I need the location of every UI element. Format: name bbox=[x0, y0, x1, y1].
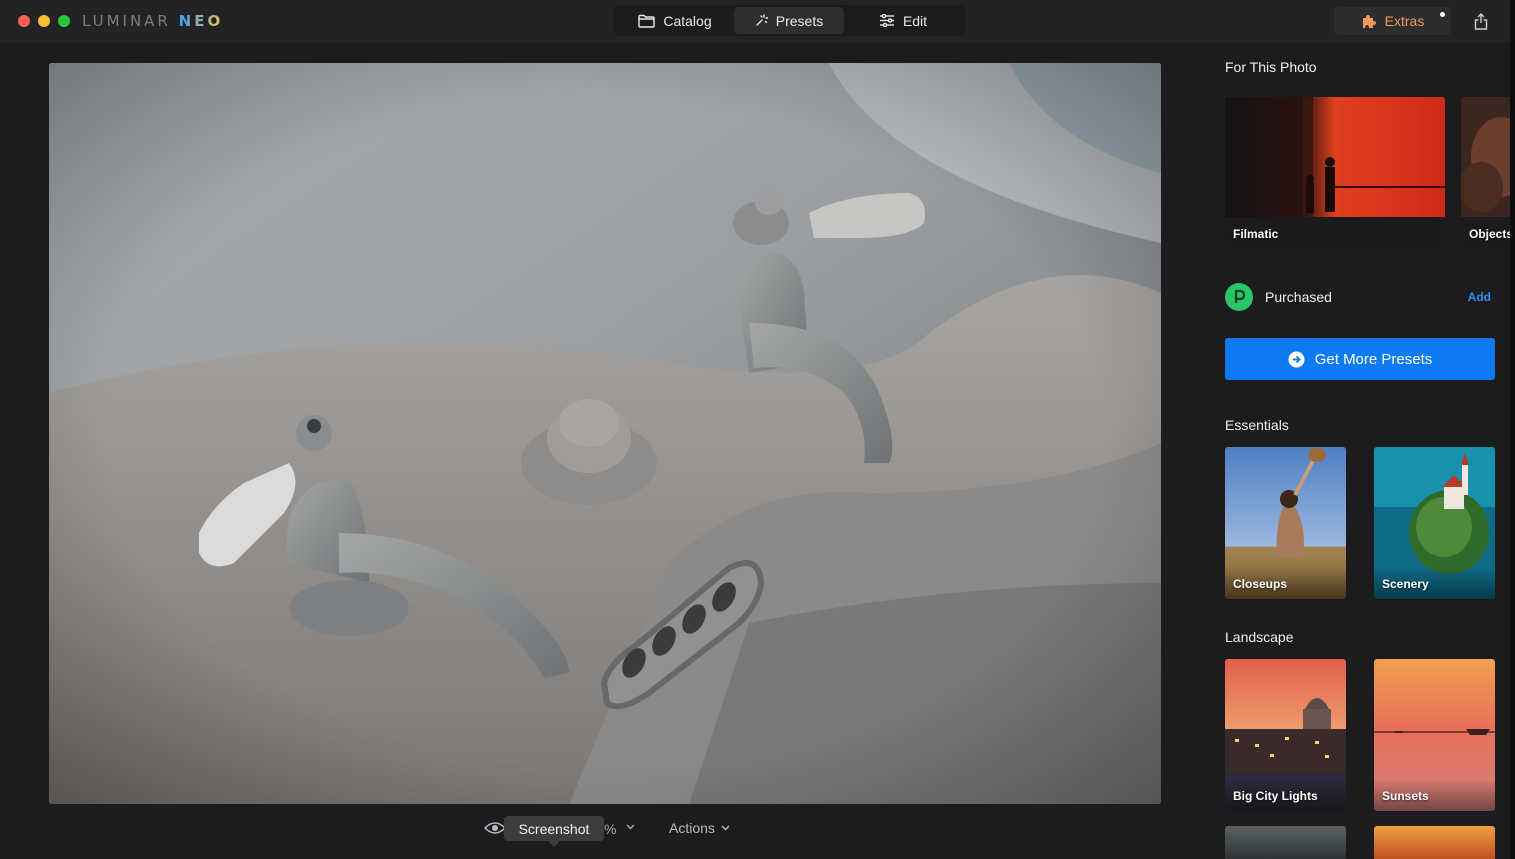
get-more-presets-button[interactable]: Get More Presets bbox=[1225, 338, 1495, 380]
tab-edit[interactable]: Edit bbox=[844, 7, 962, 34]
purchased-icon bbox=[1225, 283, 1253, 311]
preset-card-filmatic[interactable]: Filmatic bbox=[1225, 97, 1445, 249]
tab-catalog[interactable]: Catalog bbox=[616, 7, 734, 34]
extras-label: Extras bbox=[1384, 13, 1425, 29]
preset-card-label: Scenery bbox=[1382, 577, 1429, 591]
preset-card-label: Objects bbox=[1469, 227, 1510, 241]
preset-card-sunsets[interactable]: Sunsets bbox=[1374, 659, 1495, 811]
essentials-title: Essentials bbox=[1225, 417, 1289, 433]
folder-icon bbox=[638, 14, 656, 28]
share-icon bbox=[1474, 12, 1488, 30]
title-bar: LUMINAR NEO Catalog Presets Edit Extras bbox=[0, 0, 1515, 42]
sliders-icon bbox=[879, 14, 894, 27]
preset-card-label: Big City Lights bbox=[1233, 789, 1318, 803]
extras-button[interactable]: Extras bbox=[1334, 7, 1451, 35]
photo-canvas[interactable] bbox=[49, 63, 1161, 804]
purchased-label: Purchased bbox=[1265, 289, 1332, 305]
preset-card-partial[interactable] bbox=[1374, 826, 1495, 859]
sink-photo bbox=[49, 63, 1161, 804]
preset-card-scenery[interactable]: Scenery bbox=[1374, 447, 1495, 599]
bottom-toolbar: Screenshot % Actions bbox=[480, 812, 760, 847]
actions-menu[interactable]: Actions bbox=[669, 820, 730, 836]
preset-card-label: Filmatic bbox=[1233, 227, 1279, 241]
sparkle-icon bbox=[756, 14, 768, 26]
main-tabs: Catalog Presets Edit bbox=[614, 5, 966, 36]
tab-edit-label: Edit bbox=[902, 12, 928, 29]
share-button[interactable] bbox=[1470, 10, 1492, 32]
add-button[interactable]: Add bbox=[1468, 290, 1491, 304]
window-edge bbox=[1510, 0, 1515, 859]
purchased-row[interactable]: Purchased Add bbox=[1225, 283, 1495, 311]
eye-icon[interactable] bbox=[484, 821, 506, 835]
tab-presets-label: Presets bbox=[775, 12, 824, 29]
get-more-presets-label: Get More Presets bbox=[1314, 350, 1433, 368]
preset-card-partial[interactable] bbox=[1225, 826, 1346, 859]
preset-card-big-city-lights[interactable]: Big City Lights bbox=[1225, 659, 1346, 811]
zoom-window-button[interactable] bbox=[58, 15, 70, 27]
for-this-photo-title: For This Photo bbox=[1225, 59, 1317, 75]
preset-card-label: Sunsets bbox=[1382, 789, 1429, 803]
preset-card-label: Closeups bbox=[1233, 577, 1288, 591]
zoom-level[interactable]: % bbox=[604, 821, 616, 837]
app-logo: LUMINAR NEO bbox=[82, 12, 224, 30]
minimize-window-button[interactable] bbox=[38, 15, 50, 27]
actions-label: Actions bbox=[669, 820, 715, 836]
puzzle-icon bbox=[1362, 15, 1376, 28]
chevron-down-icon[interactable] bbox=[626, 824, 635, 830]
preset-card-closeups[interactable]: Closeups bbox=[1225, 447, 1346, 599]
notification-dot bbox=[1440, 12, 1445, 17]
preset-card-objects[interactable]: Objects bbox=[1461, 97, 1510, 249]
landscape-title: Landscape bbox=[1225, 629, 1294, 645]
tab-catalog-label: Catalog bbox=[663, 12, 712, 29]
screenshot-tooltip: Screenshot bbox=[504, 816, 604, 847]
close-window-button[interactable] bbox=[18, 15, 30, 27]
tab-presets[interactable]: Presets bbox=[734, 7, 844, 34]
chevron-down-icon bbox=[721, 825, 730, 831]
arrow-right-circle-icon bbox=[1288, 351, 1305, 367]
